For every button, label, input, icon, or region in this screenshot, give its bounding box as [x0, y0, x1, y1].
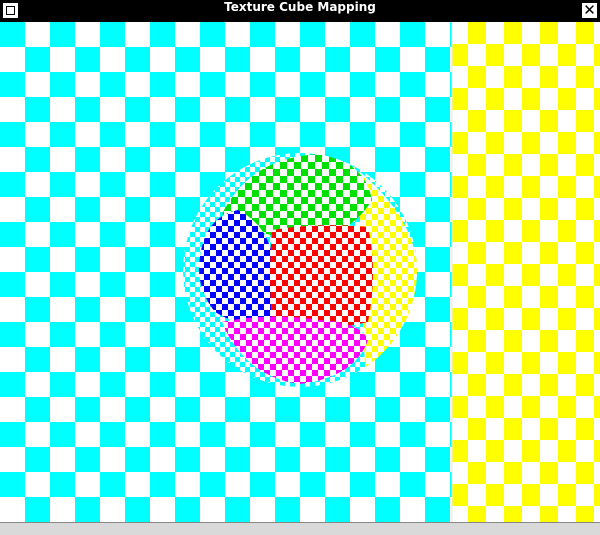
window-title: Texture Cube Mapping	[220, 0, 380, 14]
app-window: Texture Cube Mapping ✕	[0, 0, 600, 535]
title-bar[interactable]: Texture Cube Mapping ✕	[0, 0, 600, 22]
right-wall	[452, 22, 600, 522]
cube-mapped-sphere	[183, 153, 417, 387]
close-icon: ✕	[583, 1, 596, 19]
close-button[interactable]: ✕	[581, 1, 598, 19]
window-title-container: Texture Cube Mapping	[0, 0, 600, 22]
render-canvas[interactable]	[0, 22, 600, 522]
status-strip	[0, 522, 600, 535]
